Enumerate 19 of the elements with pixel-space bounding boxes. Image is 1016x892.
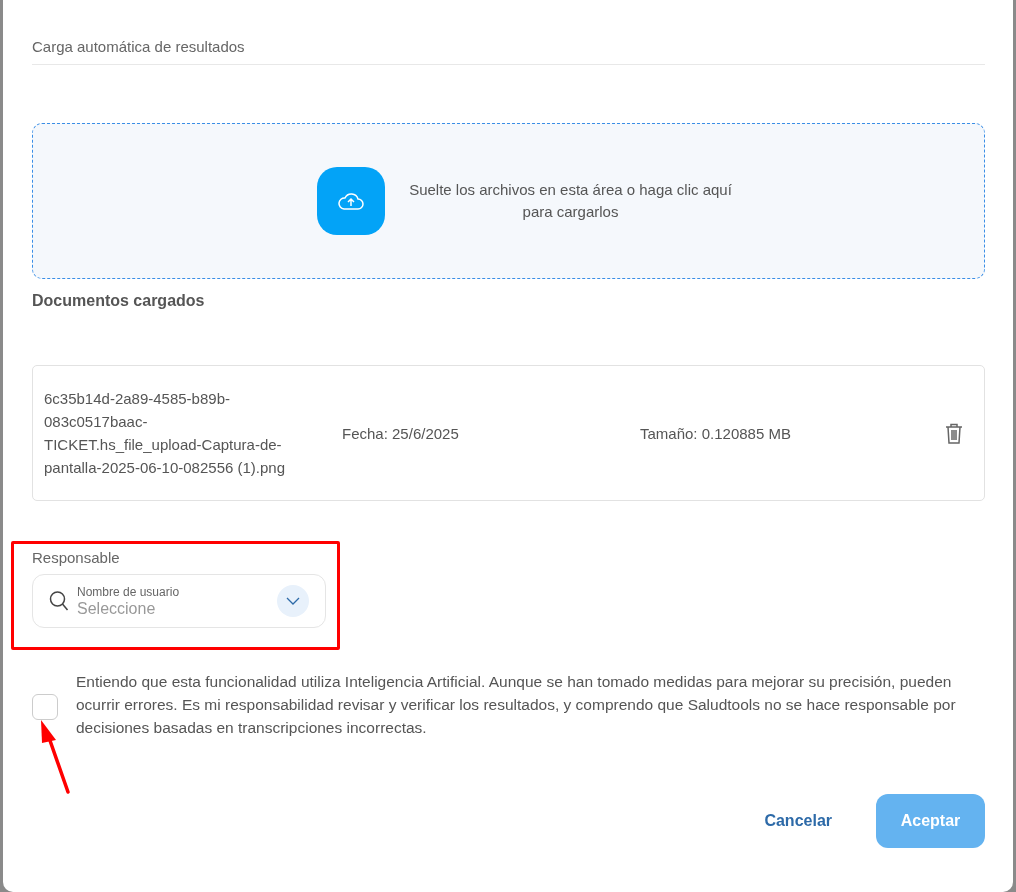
file-name: 6c35b14d-2a89-4585-b89b-083c0517baac-TICKET.hs_file_upload-Captura-de-pantalla-2025-06-10-082556 (1).png	[44, 389, 286, 478]
search-icon	[49, 590, 69, 612]
user-select[interactable]: Nombre de usuario Seleccione	[32, 574, 326, 628]
file-size: Tamaño: 0.120885 MB	[640, 423, 792, 444]
select-placeholder: Seleccione	[77, 598, 157, 618]
dropzone[interactable]: Suelte los archivos en esta área o haga clic aquí para cargarlos	[32, 123, 985, 279]
dropzone-text: Suelte los archivos en esta área o haga clic aquí para cargarlos	[408, 180, 733, 222]
floating-label: Nombre de usuario	[77, 584, 181, 599]
file-date: Fecha: 25/6/2025	[342, 423, 460, 444]
dialog-title: Carga automática de resultados	[32, 38, 985, 65]
cancel-button[interactable]: Cancelar	[764, 812, 832, 830]
section-heading: Documentos cargados	[32, 292, 206, 310]
trash-icon[interactable]	[945, 422, 963, 444]
chevron-down-icon[interactable]	[277, 585, 309, 617]
consent-text: Entiendo que esta funcionalidad utiliza Inteligencia Artificial. Aunque se han tomado medidas para mejorar su precisión, pueden ocurrir errores. Es mi responsabilidad revisar y verificar los resultados, y comprendo que Saludtools no se hace responsable por decisiones basadas en transcripciones incorrectas.	[76, 672, 956, 738]
field-label: Responsable	[32, 549, 121, 566]
upload-button[interactable]	[316, 167, 385, 235]
consent-checkbox[interactable]	[32, 693, 58, 720]
cloud-upload-icon	[336, 190, 365, 212]
